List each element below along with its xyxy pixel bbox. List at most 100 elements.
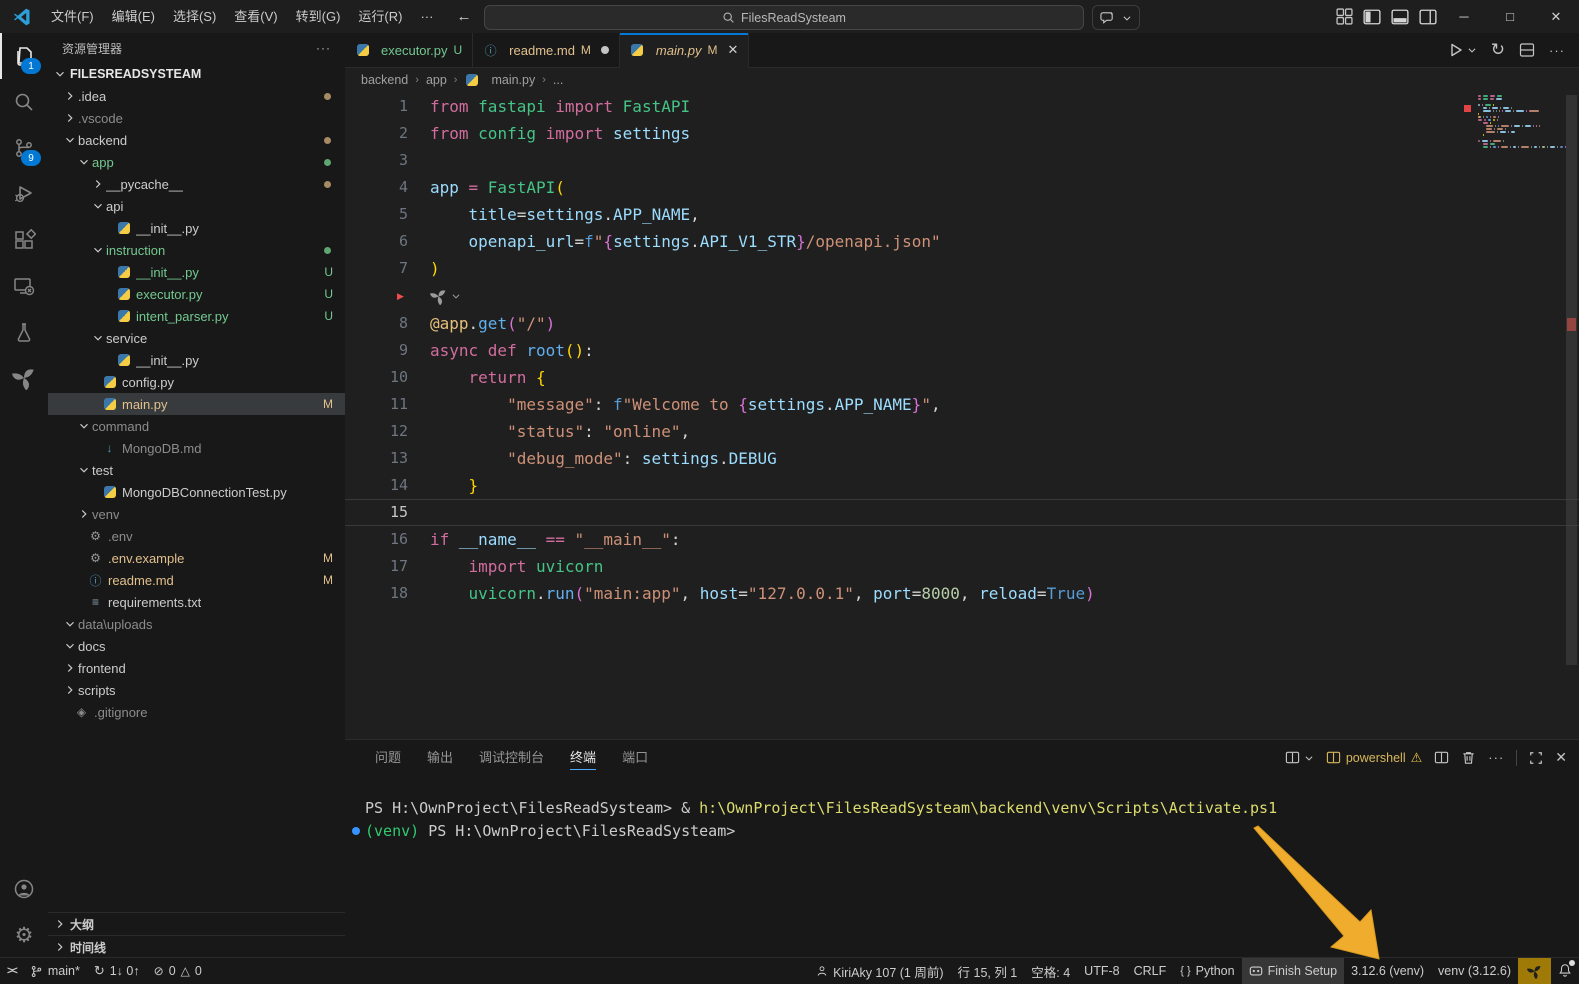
testing-icon[interactable] — [0, 309, 48, 355]
outline-section[interactable]: 大纲 — [48, 912, 345, 935]
status-extension[interactable] — [1518, 958, 1551, 984]
search-view-icon[interactable] — [0, 79, 48, 125]
breadcrumb[interactable]: backend›app›main.py›... — [345, 67, 1579, 93]
tab-executor.py[interactable]: executor.pyU — [345, 33, 473, 67]
status-language[interactable]: { }Python — [1173, 958, 1241, 984]
run-debug-icon[interactable] — [0, 171, 48, 217]
tree-file-executor.py[interactable]: executor.pyU — [48, 283, 345, 305]
toggle-secondary-sidebar-icon[interactable] — [1419, 8, 1437, 26]
close-button[interactable]: ✕ — [1533, 0, 1579, 33]
code-line-3[interactable]: 3 — [345, 147, 1579, 174]
tree-folder-backend[interactable]: backend — [48, 129, 345, 151]
tree-folder-.idea[interactable]: .idea — [48, 85, 345, 107]
tab-main.py[interactable]: main.pyM✕ — [620, 33, 749, 68]
run-python-file-button[interactable] — [1448, 42, 1477, 58]
menu-item-4[interactable]: 转到(G) — [287, 5, 350, 29]
status-interpreter[interactable]: 3.12.6 (venv) — [1344, 958, 1431, 984]
code-line-7[interactable]: 7) — [345, 255, 1579, 282]
tree-folder-docs[interactable]: docs — [48, 635, 345, 657]
settings-gear-icon[interactable]: ⚙ — [0, 912, 48, 958]
tree-file-__init__.py[interactable]: __init__.pyU — [48, 261, 345, 283]
status-branch[interactable]: main* — [23, 958, 87, 984]
status-finish-setup[interactable]: Finish Setup — [1242, 958, 1344, 984]
breadcrumb-item-3[interactable]: ... — [553, 73, 563, 87]
tree-folder-venv[interactable]: venv — [48, 503, 345, 525]
editor-more-icon[interactable]: ··· — [1549, 43, 1565, 58]
split-editor-icon[interactable] — [1519, 42, 1535, 58]
code-line-8[interactable]: 8@app.get("/") — [345, 310, 1579, 337]
tree-folder-data-uploads[interactable]: data\uploads — [48, 613, 345, 635]
tree-file-MongoDB.md[interactable]: ↓MongoDB.md — [48, 437, 345, 459]
toggle-panel-icon[interactable] — [1391, 8, 1409, 26]
tree-folder-app[interactable]: app — [48, 151, 345, 173]
workspace-root[interactable]: FILESREADSYSTEAM — [48, 63, 345, 85]
timeline-section[interactable]: 时间线 — [48, 935, 345, 958]
maximize-panel-icon[interactable] — [1529, 751, 1543, 765]
code-line-11[interactable]: 11 "message": f"Welcome to {settings.APP… — [345, 391, 1579, 418]
inline-suggestion-widget[interactable]: ▶ — [345, 282, 1579, 310]
panel-tab-1[interactable]: 输出 — [427, 740, 453, 775]
nav-back-icon[interactable]: ← — [456, 8, 471, 25]
tree-file-.env.example[interactable]: ⚙.env.exampleM — [48, 547, 345, 569]
status-eol[interactable]: CRLF — [1127, 958, 1174, 984]
tree-folder-service[interactable]: service — [48, 327, 345, 349]
tree-file-intent_parser.py[interactable]: intent_parser.pyU — [48, 305, 345, 327]
source-control-icon[interactable]: 9 — [0, 125, 48, 171]
account-icon[interactable] — [0, 866, 48, 912]
tree-folder-command[interactable]: command — [48, 415, 345, 437]
kill-terminal-icon[interactable] — [1461, 750, 1476, 765]
toggle-primary-sidebar-icon[interactable] — [1363, 8, 1381, 26]
tree-folder-frontend[interactable]: frontend — [48, 657, 345, 679]
remote-explorer-icon[interactable] — [0, 263, 48, 309]
code-line-13[interactable]: 13 "debug_mode": settings.DEBUG — [345, 445, 1579, 472]
menu-item-6[interactable]: ··· — [411, 5, 442, 29]
code-line-18[interactable]: 18 uvicorn.run("main:app", host="127.0.0… — [345, 580, 1579, 607]
explorer-icon[interactable]: 1 — [0, 33, 48, 79]
status-notifications[interactable] — [1551, 958, 1579, 984]
pinwheel-extension-icon[interactable] — [0, 355, 48, 401]
status-encoding[interactable]: UTF-8 — [1077, 958, 1126, 984]
code-line-1[interactable]: 1from fastapi import FastAPI — [345, 93, 1579, 120]
terminal-launch-profile[interactable] — [1285, 750, 1314, 765]
breadcrumb-item-1[interactable]: app — [426, 73, 447, 87]
panel-tab-4[interactable]: 端口 — [622, 740, 648, 775]
tree-folder-api[interactable]: api — [48, 195, 345, 217]
status-cursor-position[interactable]: 行 15, 列 1 — [951, 958, 1025, 984]
editor-scrollbar[interactable] — [1564, 93, 1579, 740]
close-tab-icon[interactable]: ✕ — [727, 42, 738, 58]
status-sync[interactable]: ↻1↓ 0↑ — [87, 958, 147, 984]
tree-folder-.vscode[interactable]: .vscode — [48, 107, 345, 129]
menu-item-3[interactable]: 查看(V) — [225, 5, 286, 29]
code-line-17[interactable]: 17 import uvicorn — [345, 553, 1579, 580]
tree-folder-instruction[interactable]: instruction — [48, 239, 345, 261]
code-line-5[interactable]: 5 title=settings.APP_NAME, — [345, 201, 1579, 228]
customize-layout-icon[interactable] — [1336, 8, 1353, 25]
code-line-15[interactable]: 15 — [345, 499, 1579, 526]
code-line-2[interactable]: 2from config import settings — [345, 120, 1579, 147]
extensions-icon[interactable] — [0, 217, 48, 263]
tree-file-config.py[interactable]: config.py — [48, 371, 345, 393]
code-line-12[interactable]: 12 "status": "online", — [345, 418, 1579, 445]
code-line-14[interactable]: 14 } — [345, 472, 1579, 499]
tree-file-main.py[interactable]: main.pyM — [48, 393, 345, 415]
code-line-6[interactable]: 6 openapi_url=f"{settings.API_V1_STR}/op… — [345, 228, 1579, 255]
status-venv[interactable]: venv (3.12.6) — [1431, 958, 1518, 984]
copilot-menu[interactable] — [1092, 5, 1140, 30]
tab-readme.md[interactable]: ⓘreadme.mdM — [473, 33, 620, 67]
status-indentation[interactable]: 空格: 4 — [1024, 958, 1077, 984]
breadcrumb-item-0[interactable]: backend — [361, 73, 408, 87]
panel-more-icon[interactable]: ··· — [1488, 750, 1504, 765]
menu-item-5[interactable]: 运行(R) — [349, 5, 411, 29]
tree-file-readme.md[interactable]: ⓘreadme.mdM — [48, 569, 345, 591]
tree-file-__init__.py[interactable]: __init__.py — [48, 349, 345, 371]
tree-folder-__pycache__[interactable]: __pycache__ — [48, 173, 345, 195]
code-line-16[interactable]: 16if __name__ == "__main__": — [345, 526, 1579, 553]
breadcrumb-item-2[interactable]: main.py — [491, 73, 535, 87]
status-blame[interactable]: KiriAky 107 (1 周前) — [809, 958, 950, 984]
tree-file-requirements.txt[interactable]: ≡requirements.txt — [48, 591, 345, 613]
terminal-output[interactable]: PS H:\OwnProject\FilesReadSysteam> & h:\… — [345, 775, 1579, 843]
code-line-10[interactable]: 10 return { — [345, 364, 1579, 391]
tree-file-MongoDBConnectionTest.py[interactable]: MongoDBConnectionTest.py — [48, 481, 345, 503]
tree-file-__init__.py[interactable]: __init__.py — [48, 217, 345, 239]
dirty-indicator[interactable] — [601, 46, 609, 54]
